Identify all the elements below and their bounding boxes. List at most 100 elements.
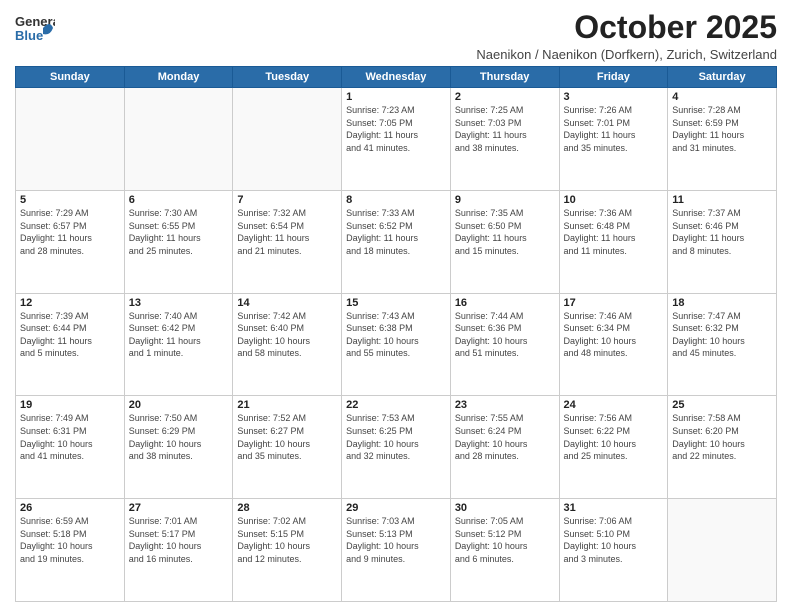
day-number: 4 [672,91,772,103]
day-info: Sunrise: 7:53 AMSunset: 6:25 PMDaylight:… [346,412,446,462]
day-info: Sunrise: 7:32 AMSunset: 6:54 PMDaylight:… [237,207,337,257]
day-number: 10 [564,194,664,206]
calendar-week-row: 26Sunrise: 6:59 AMSunset: 5:18 PMDayligh… [16,499,777,602]
day-number: 21 [237,399,337,411]
day-number: 19 [20,399,120,411]
day-info: Sunrise: 7:43 AMSunset: 6:38 PMDaylight:… [346,310,446,360]
day-number: 27 [129,502,229,514]
day-info: Sunrise: 7:06 AMSunset: 5:10 PMDaylight:… [564,515,664,565]
day-number: 29 [346,502,446,514]
table-row: 18Sunrise: 7:47 AMSunset: 6:32 PMDayligh… [668,293,777,396]
day-info: Sunrise: 7:30 AMSunset: 6:55 PMDaylight:… [129,207,229,257]
table-row: 11Sunrise: 7:37 AMSunset: 6:46 PMDayligh… [668,190,777,293]
svg-text:Blue: Blue [15,28,43,43]
day-info: Sunrise: 7:37 AMSunset: 6:46 PMDaylight:… [672,207,772,257]
header-wednesday: Wednesday [342,67,451,88]
table-row: 16Sunrise: 7:44 AMSunset: 6:36 PMDayligh… [450,293,559,396]
day-number: 13 [129,297,229,309]
day-number: 23 [455,399,555,411]
day-number: 25 [672,399,772,411]
day-number: 22 [346,399,446,411]
title-area: October 2025 Naenikon / Naenikon (Dorfke… [55,10,777,62]
header-sunday: Sunday [16,67,125,88]
day-number: 1 [346,91,446,103]
day-number: 20 [129,399,229,411]
logo: General Blue [15,10,55,48]
day-number: 2 [455,91,555,103]
day-info: Sunrise: 7:44 AMSunset: 6:36 PMDaylight:… [455,310,555,360]
day-info: Sunrise: 7:05 AMSunset: 5:12 PMDaylight:… [455,515,555,565]
day-number: 31 [564,502,664,514]
table-row: 6Sunrise: 7:30 AMSunset: 6:55 PMDaylight… [124,190,233,293]
day-number: 24 [564,399,664,411]
header-friday: Friday [559,67,668,88]
table-row: 23Sunrise: 7:55 AMSunset: 6:24 PMDayligh… [450,396,559,499]
day-info: Sunrise: 7:23 AMSunset: 7:05 PMDaylight:… [346,104,446,154]
day-info: Sunrise: 7:33 AMSunset: 6:52 PMDaylight:… [346,207,446,257]
day-info: Sunrise: 7:35 AMSunset: 6:50 PMDaylight:… [455,207,555,257]
day-number: 8 [346,194,446,206]
table-row: 31Sunrise: 7:06 AMSunset: 5:10 PMDayligh… [559,499,668,602]
day-info: Sunrise: 7:47 AMSunset: 6:32 PMDaylight:… [672,310,772,360]
table-row: 7Sunrise: 7:32 AMSunset: 6:54 PMDaylight… [233,190,342,293]
table-row: 9Sunrise: 7:35 AMSunset: 6:50 PMDaylight… [450,190,559,293]
table-row: 25Sunrise: 7:58 AMSunset: 6:20 PMDayligh… [668,396,777,499]
table-row [233,88,342,191]
day-info: Sunrise: 7:49 AMSunset: 6:31 PMDaylight:… [20,412,120,462]
day-info: Sunrise: 7:39 AMSunset: 6:44 PMDaylight:… [20,310,120,360]
day-number: 16 [455,297,555,309]
day-number: 17 [564,297,664,309]
table-row: 27Sunrise: 7:01 AMSunset: 5:17 PMDayligh… [124,499,233,602]
day-number: 28 [237,502,337,514]
header-saturday: Saturday [668,67,777,88]
header-monday: Monday [124,67,233,88]
header: General Blue October 2025 Naenikon / Nae… [15,10,777,62]
day-number: 3 [564,91,664,103]
day-number: 5 [20,194,120,206]
logo-icon: General Blue [15,10,55,48]
table-row: 30Sunrise: 7:05 AMSunset: 5:12 PMDayligh… [450,499,559,602]
day-info: Sunrise: 7:36 AMSunset: 6:48 PMDaylight:… [564,207,664,257]
table-row: 10Sunrise: 7:36 AMSunset: 6:48 PMDayligh… [559,190,668,293]
table-row: 29Sunrise: 7:03 AMSunset: 5:13 PMDayligh… [342,499,451,602]
day-info: Sunrise: 7:50 AMSunset: 6:29 PMDaylight:… [129,412,229,462]
calendar-week-row: 5Sunrise: 7:29 AMSunset: 6:57 PMDaylight… [16,190,777,293]
table-row: 15Sunrise: 7:43 AMSunset: 6:38 PMDayligh… [342,293,451,396]
table-row: 8Sunrise: 7:33 AMSunset: 6:52 PMDaylight… [342,190,451,293]
table-row: 5Sunrise: 7:29 AMSunset: 6:57 PMDaylight… [16,190,125,293]
table-row: 14Sunrise: 7:42 AMSunset: 6:40 PMDayligh… [233,293,342,396]
table-row: 20Sunrise: 7:50 AMSunset: 6:29 PMDayligh… [124,396,233,499]
table-row [668,499,777,602]
table-row: 21Sunrise: 7:52 AMSunset: 6:27 PMDayligh… [233,396,342,499]
day-info: Sunrise: 7:02 AMSunset: 5:15 PMDaylight:… [237,515,337,565]
table-row: 3Sunrise: 7:26 AMSunset: 7:01 PMDaylight… [559,88,668,191]
table-row: 13Sunrise: 7:40 AMSunset: 6:42 PMDayligh… [124,293,233,396]
table-row: 2Sunrise: 7:25 AMSunset: 7:03 PMDaylight… [450,88,559,191]
header-thursday: Thursday [450,67,559,88]
page: General Blue October 2025 Naenikon / Nae… [0,0,792,612]
day-info: Sunrise: 7:29 AMSunset: 6:57 PMDaylight:… [20,207,120,257]
day-info: Sunrise: 7:26 AMSunset: 7:01 PMDaylight:… [564,104,664,154]
day-info: Sunrise: 6:59 AMSunset: 5:18 PMDaylight:… [20,515,120,565]
day-number: 18 [672,297,772,309]
day-number: 12 [20,297,120,309]
day-number: 30 [455,502,555,514]
day-number: 14 [237,297,337,309]
day-info: Sunrise: 7:25 AMSunset: 7:03 PMDaylight:… [455,104,555,154]
table-row: 19Sunrise: 7:49 AMSunset: 6:31 PMDayligh… [16,396,125,499]
header-tuesday: Tuesday [233,67,342,88]
day-info: Sunrise: 7:42 AMSunset: 6:40 PMDaylight:… [237,310,337,360]
table-row: 24Sunrise: 7:56 AMSunset: 6:22 PMDayligh… [559,396,668,499]
table-row: 17Sunrise: 7:46 AMSunset: 6:34 PMDayligh… [559,293,668,396]
day-info: Sunrise: 7:28 AMSunset: 6:59 PMDaylight:… [672,104,772,154]
day-number: 6 [129,194,229,206]
day-number: 11 [672,194,772,206]
calendar-table: Sunday Monday Tuesday Wednesday Thursday… [15,66,777,602]
day-number: 26 [20,502,120,514]
day-info: Sunrise: 7:52 AMSunset: 6:27 PMDaylight:… [237,412,337,462]
calendar-week-row: 1Sunrise: 7:23 AMSunset: 7:05 PMDaylight… [16,88,777,191]
day-info: Sunrise: 7:46 AMSunset: 6:34 PMDaylight:… [564,310,664,360]
table-row [16,88,125,191]
day-number: 15 [346,297,446,309]
table-row: 22Sunrise: 7:53 AMSunset: 6:25 PMDayligh… [342,396,451,499]
